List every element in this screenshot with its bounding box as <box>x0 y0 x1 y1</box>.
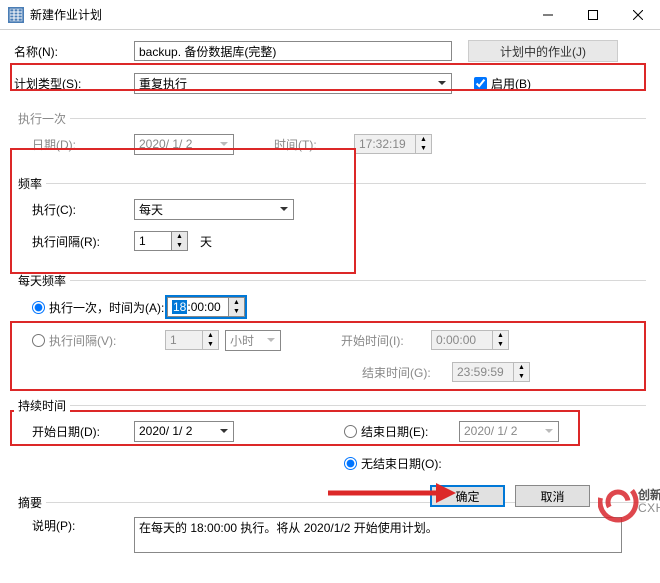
end-date-radio[interactable] <box>344 425 357 438</box>
summary-desc-label: 说明(P): <box>32 517 134 534</box>
summary-row: 说明(P): <box>32 517 646 553</box>
daily-end-row: 结束时间(G): ▲▼ <box>362 361 646 383</box>
no-end-date-label: 无结束日期(O): <box>361 455 442 472</box>
daily-start-label: 开始时间(I): <box>341 332 431 349</box>
frequency-legend: 频率 <box>14 175 646 192</box>
ok-button[interactable]: 确定 <box>430 485 505 507</box>
end-date-label: 结束日期(E): <box>361 423 459 440</box>
duration-legend: 持续时间 <box>14 397 646 414</box>
freq-exec-label: 执行(C): <box>32 201 134 218</box>
spinner-up-icon: ▲ <box>203 331 218 340</box>
daily-interval-row: 执行间隔(V): ▲▼ 开始时间(I): ▲▼ <box>32 329 646 351</box>
start-date-input[interactable] <box>134 421 234 442</box>
no-end-date-radio[interactable] <box>344 457 357 470</box>
once-date-input <box>134 134 234 155</box>
spinner-down-icon: ▼ <box>172 241 187 250</box>
watermark-logo: 创新互联 CXHLCOM <box>598 478 660 529</box>
freq-interval-spinner[interactable]: ▲▼ <box>134 231 188 251</box>
spinner-down-icon: ▼ <box>203 340 218 349</box>
enable-label: 启用(B) <box>491 75 531 92</box>
name-label: 名称(N): <box>14 43 134 60</box>
spinner-up-icon: ▲ <box>172 232 187 241</box>
spinner-down-icon: ▼ <box>493 340 508 349</box>
freq-exec-select[interactable] <box>134 199 294 220</box>
once-time-label: 时间(T): <box>274 136 354 153</box>
spinner-up-icon: ▲ <box>229 298 244 307</box>
summary-desc-textarea[interactable] <box>134 517 622 553</box>
daily-interval-spinner: ▲▼ <box>165 330 219 350</box>
daily-end-label: 结束时间(G): <box>362 364 452 381</box>
spinner-down-icon: ▼ <box>229 307 244 316</box>
spinner-up-icon: ▲ <box>493 331 508 340</box>
freq-interval-row: 执行间隔(R): ▲▼ 天 <box>32 230 646 252</box>
jobs-in-plan-button[interactable]: 计划中的作业(J) <box>468 40 618 62</box>
titlebar: 新建作业计划 <box>0 0 660 30</box>
spinner-up-icon: ▲ <box>514 363 529 372</box>
execute-once-legend: 执行一次 <box>14 110 646 127</box>
freq-interval-label: 执行间隔(R): <box>32 233 134 250</box>
daily-interval-radio[interactable] <box>32 334 45 347</box>
daily-freq-legend: 每天频率 <box>14 272 646 289</box>
once-date-label: 日期(D): <box>32 136 134 153</box>
cancel-button[interactable]: 取消 <box>515 485 590 507</box>
duration-noend-row: 无结束日期(O): <box>344 452 646 474</box>
daily-once-time-spinner[interactable]: 18:00:00 ▲▼ <box>165 295 247 319</box>
daily-end-spinner: ▲▼ <box>452 362 530 382</box>
app-icon <box>8 7 24 23</box>
daily-once-label: 执行一次，时间为(A): <box>49 299 165 316</box>
window-title: 新建作业计划 <box>30 6 525 23</box>
daily-start-spinner: ▲▼ <box>431 330 509 350</box>
freq-interval-unit: 天 <box>200 233 212 250</box>
daily-interval-unit-select <box>225 330 281 351</box>
svg-text:CXHLCOM: CXHLCOM <box>638 501 660 515</box>
schedule-type-select[interactable] <box>134 73 452 94</box>
enable-checkbox[interactable] <box>474 77 487 90</box>
once-time-spinner: ▲▼ <box>354 134 432 154</box>
minimize-button[interactable] <box>525 0 570 30</box>
close-button[interactable] <box>615 0 660 30</box>
time-hour-selected[interactable]: 18 <box>172 300 187 314</box>
end-date-input <box>459 421 559 442</box>
once-row: 日期(D): 时间(T): ▲▼ <box>32 133 646 155</box>
daily-interval-label: 执行间隔(V): <box>49 332 165 349</box>
spinner-up-icon: ▲ <box>416 135 431 144</box>
spinner-down-icon: ▼ <box>416 144 431 153</box>
duration-start-row: 开始日期(D): 结束日期(E): <box>32 420 646 442</box>
freq-exec-row: 执行(C): <box>32 198 646 220</box>
spinner-down-icon: ▼ <box>514 372 529 381</box>
daily-once-radio[interactable] <box>32 301 45 314</box>
name-input[interactable] <box>134 41 452 61</box>
name-row: 名称(N): 计划中的作业(J) <box>14 40 646 62</box>
svg-text:创新互联: 创新互联 <box>637 487 660 502</box>
maximize-button[interactable] <box>570 0 615 30</box>
schedule-type-label: 计划类型(S): <box>14 75 134 92</box>
schedule-type-row: 计划类型(S): 启用(B) <box>14 72 646 94</box>
start-date-label: 开始日期(D): <box>32 423 134 440</box>
daily-once-row: 执行一次，时间为(A): 18:00:00 ▲▼ <box>32 295 646 319</box>
